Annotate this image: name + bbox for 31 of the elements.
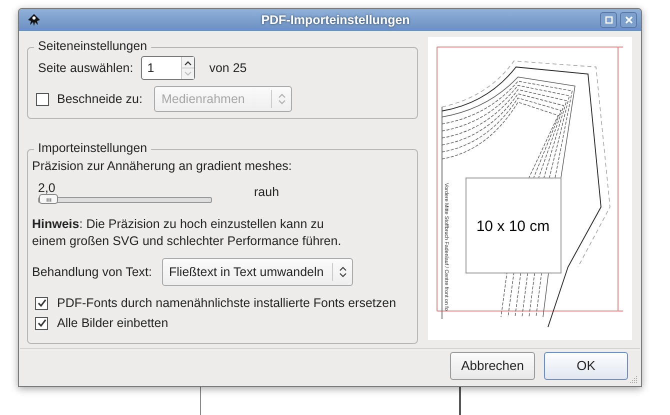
field-label: Präzision zur Annäherung an gradient meshes: (32, 159, 293, 173)
updown-arrows-icon (278, 93, 286, 105)
field-label: Seite auswählen: (38, 61, 134, 75)
text-handling-dropdown[interactable]: Fließtext in Text umwandeln (162, 258, 353, 286)
window-title: PDF-Importeinstellungen (260, 13, 411, 27)
maximize-button[interactable] (600, 12, 617, 28)
updown-arrows-icon (338, 266, 347, 278)
checkbox-label: Beschneide zu: (57, 92, 142, 106)
page-count: von 25 (209, 61, 247, 75)
maximize-icon (604, 15, 614, 25)
group-title: Importeinstellungen (34, 141, 152, 155)
size-label: 10 x 10 cm (476, 218, 550, 235)
field-label: Behandlung von Text: (32, 265, 152, 279)
checkbox[interactable] (35, 316, 48, 330)
page-spinbox[interactable]: 1 (141, 56, 196, 80)
hint-text: Hinweis: Die Präzision zu hoch einzustellen kann zu einem großen SVG und schlechter Performance führen. (32, 216, 342, 250)
slider-caption: rauh (254, 185, 280, 199)
vertical-line (200, 385, 201, 415)
vertical-line (459, 385, 461, 415)
app-logo-icon (27, 13, 41, 27)
checkbox-label: Alle Bilder einbetten (57, 316, 168, 330)
ok-button[interactable]: OK (544, 352, 628, 380)
close-button[interactable] (620, 12, 637, 28)
cancel-button[interactable]: Abbrechen (450, 352, 535, 380)
close-icon (624, 15, 634, 25)
group-title: Seiteneinstellungen (34, 39, 152, 53)
checkbox-label: PDF-Fonts durch namenähnlichste installierte Fonts ersetzen (57, 296, 396, 310)
slider-track[interactable] (38, 197, 212, 203)
slider-value: 2,0 (38, 181, 56, 195)
checkbox[interactable] (35, 296, 48, 310)
slider-thumb[interactable] (39, 194, 58, 204)
